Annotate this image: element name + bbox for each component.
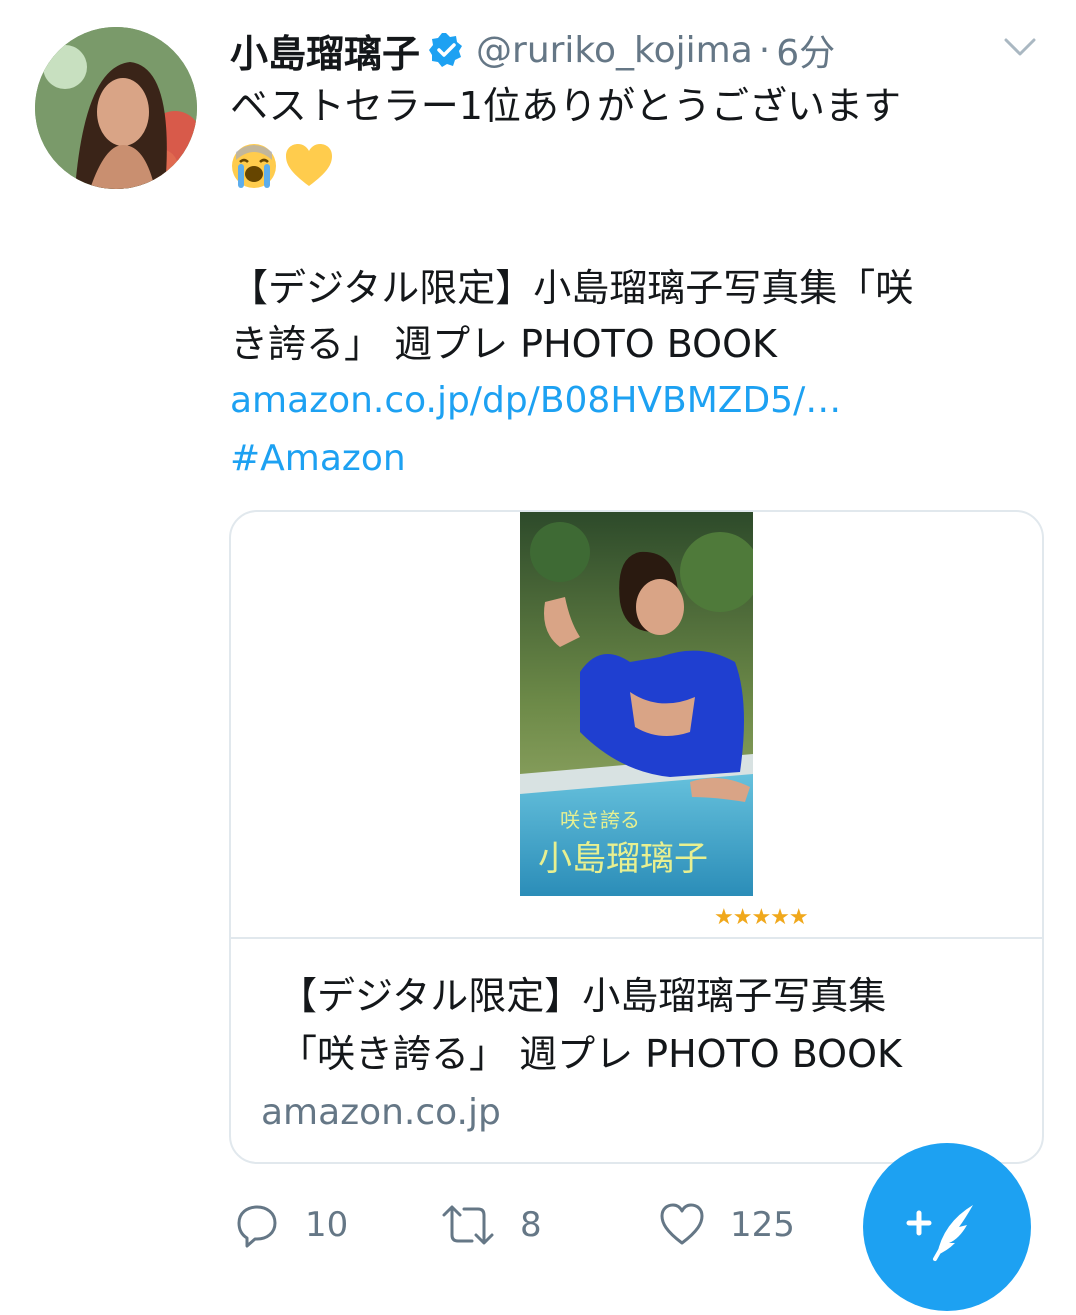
- book-cover-image: 咲き誇る 小島瑠璃子: [520, 512, 753, 896]
- separator: ·: [758, 29, 771, 71]
- emoji-row: [228, 142, 334, 194]
- tweet-body-line: き誇る」 週プレ PHOTO BOOK: [230, 322, 777, 366]
- tweet-header: 小島瑠璃子 @ruriko_kojima · 6分: [230, 22, 835, 78]
- tweet-text-line: ベストセラー1位ありがとうございます: [230, 84, 901, 128]
- reply-count: 10: [305, 1205, 349, 1245]
- hashtag-link[interactable]: #Amazon: [230, 438, 406, 479]
- chevron-down-icon[interactable]: [1000, 30, 1040, 66]
- heart-icon: [660, 1203, 704, 1245]
- yellow-heart-icon: [284, 142, 334, 194]
- display-name[interactable]: 小島瑠璃子: [230, 23, 420, 78]
- retweet-icon: [442, 1205, 494, 1245]
- like-button[interactable]: 125: [658, 1195, 795, 1255]
- timestamp[interactable]: 6分: [776, 24, 835, 76]
- card-title-line: 「咲き誇る」 週プレ PHOTO BOOK: [279, 1032, 902, 1076]
- retweet-count: 8: [520, 1205, 542, 1245]
- card-title-line: 【デジタル限定】小島瑠璃子写真集: [279, 974, 887, 1018]
- crying-face-icon: [228, 142, 280, 194]
- tweet-body-line: 【デジタル限定】小島瑠璃子写真集「咲: [230, 266, 914, 310]
- user-handle[interactable]: @ruriko_kojima: [476, 30, 753, 71]
- card-media[interactable]: 咲き誇る 小島瑠璃子 ★★★★★: [231, 512, 1042, 937]
- compose-tweet-button[interactable]: [863, 1143, 1031, 1311]
- card-divider: [231, 937, 1042, 939]
- rating-stars: ★★★★★: [714, 905, 809, 930]
- reply-icon: [237, 1205, 277, 1248]
- avatar[interactable]: [35, 27, 197, 189]
- tweet-link[interactable]: amazon.co.jp/dp/B08HVBMZD5/…: [230, 380, 841, 421]
- cover-subtitle: 咲き誇る: [560, 808, 640, 832]
- retweet-button[interactable]: 8: [440, 1195, 542, 1255]
- card-domain: amazon.co.jp: [261, 1092, 501, 1133]
- like-count: 125: [730, 1205, 795, 1245]
- reply-button[interactable]: 10: [233, 1195, 348, 1255]
- verified-badge-icon: [428, 32, 464, 68]
- compose-feather-icon: [906, 1205, 973, 1261]
- link-preview-card[interactable]: 咲き誇る 小島瑠璃子 ★★★★★ 【デジタル限定】小島瑠璃子写真集 「咲き誇る」…: [229, 510, 1044, 1164]
- cover-title: 小島瑠璃子: [538, 839, 708, 879]
